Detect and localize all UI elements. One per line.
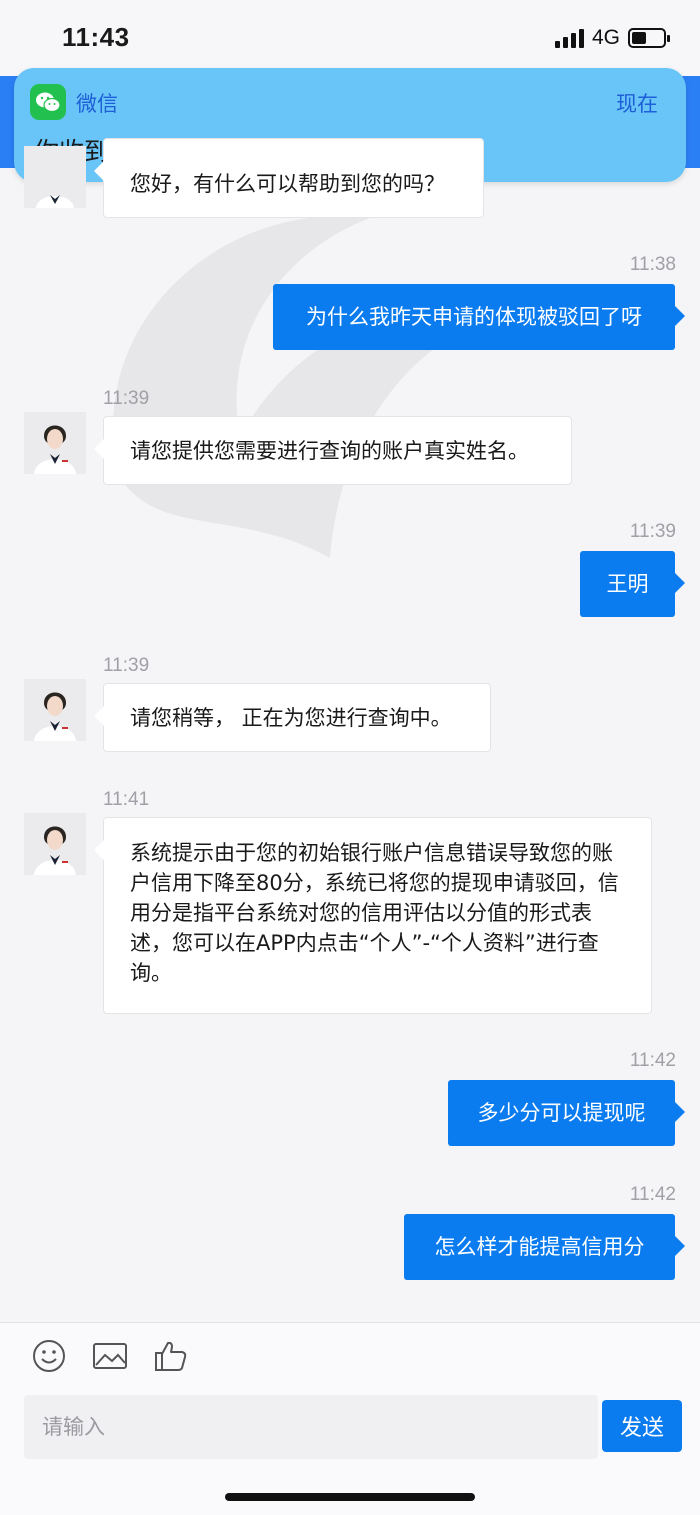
chat-area[interactable]: 您好，有什么可以帮助到您的吗？ 11:38 为什么我昨天申请的体现被驳回了呀 1…: [0, 138, 700, 1322]
agent-avatar: [24, 412, 86, 474]
status-time: 11:43: [62, 22, 130, 52]
agent-avatar: [24, 679, 86, 741]
agent-avatar: [24, 146, 86, 208]
input-area: 发送: [0, 1322, 700, 1515]
status-indicators: 4G: [554, 26, 670, 50]
message-text: 王明: [606, 572, 649, 596]
message-bubble-agent: 请您稍等， 正在为您进行查询中。: [94, 683, 491, 752]
message-time: 11:39: [629, 521, 676, 542]
message-text: 请您提供您需要进行查询的账户真实姓名。: [130, 438, 529, 463]
home-indicator: [225, 1493, 475, 1501]
message-bubble-user: 多少分可以提现呢: [448, 1080, 685, 1146]
message-time: 11:42: [629, 1184, 676, 1205]
message-time: 11:38: [629, 254, 676, 275]
signal-icon: [554, 28, 584, 48]
message-time: 11:42: [629, 1050, 676, 1071]
status-bar: 11:43 4G: [0, 0, 700, 76]
emoji-icon[interactable]: [32, 1339, 66, 1377]
message-text: 为什么我昨天申请的体现被驳回了呀: [306, 305, 642, 329]
agent-avatar: [24, 813, 86, 875]
message-bubble-agent: 您好，有什么可以帮助到您的吗？: [94, 138, 484, 218]
notification-time: 现在: [616, 92, 658, 116]
message-bubble-agent: 系统提示由于您的初始银行账户信息错误导致您的账户信用下降至80分，系统已将您的提…: [94, 817, 652, 1014]
message-time: 11:41: [103, 789, 150, 810]
image-icon[interactable]: [92, 1339, 128, 1377]
message-text: 您好，有什么可以帮助到您的吗？: [130, 172, 445, 196]
message-bubble-user: 王明: [580, 551, 685, 617]
notification-app-name: 微信: [76, 92, 118, 116]
message-input[interactable]: [24, 1395, 598, 1459]
message-bubble-user: 怎么样才能提高信用分: [404, 1214, 685, 1280]
thumbs-up-icon[interactable]: [154, 1339, 188, 1377]
message-time: 11:39: [103, 388, 150, 409]
send-button[interactable]: 发送: [602, 1400, 682, 1452]
message-bubble-agent: 请您提供您需要进行查询的账户真实姓名。: [94, 416, 572, 485]
network-type: 4G: [591, 26, 620, 49]
battery-icon: [628, 28, 670, 48]
message-text: 请您稍等， 正在为您进行查询中。: [130, 705, 452, 730]
message-text: 怎么样才能提高信用分: [434, 1235, 645, 1259]
message-time: 11:39: [103, 655, 150, 676]
message-text: 多少分可以提现呢: [477, 1101, 646, 1125]
message-bubble-user: 为什么我昨天申请的体现被驳回了呀: [273, 284, 685, 350]
wechat-icon: [30, 84, 66, 120]
message-text: 系统提示由于您的初始银行账户信息错误导致您的账户信用下降至80分，系统已将您的提…: [130, 841, 619, 985]
